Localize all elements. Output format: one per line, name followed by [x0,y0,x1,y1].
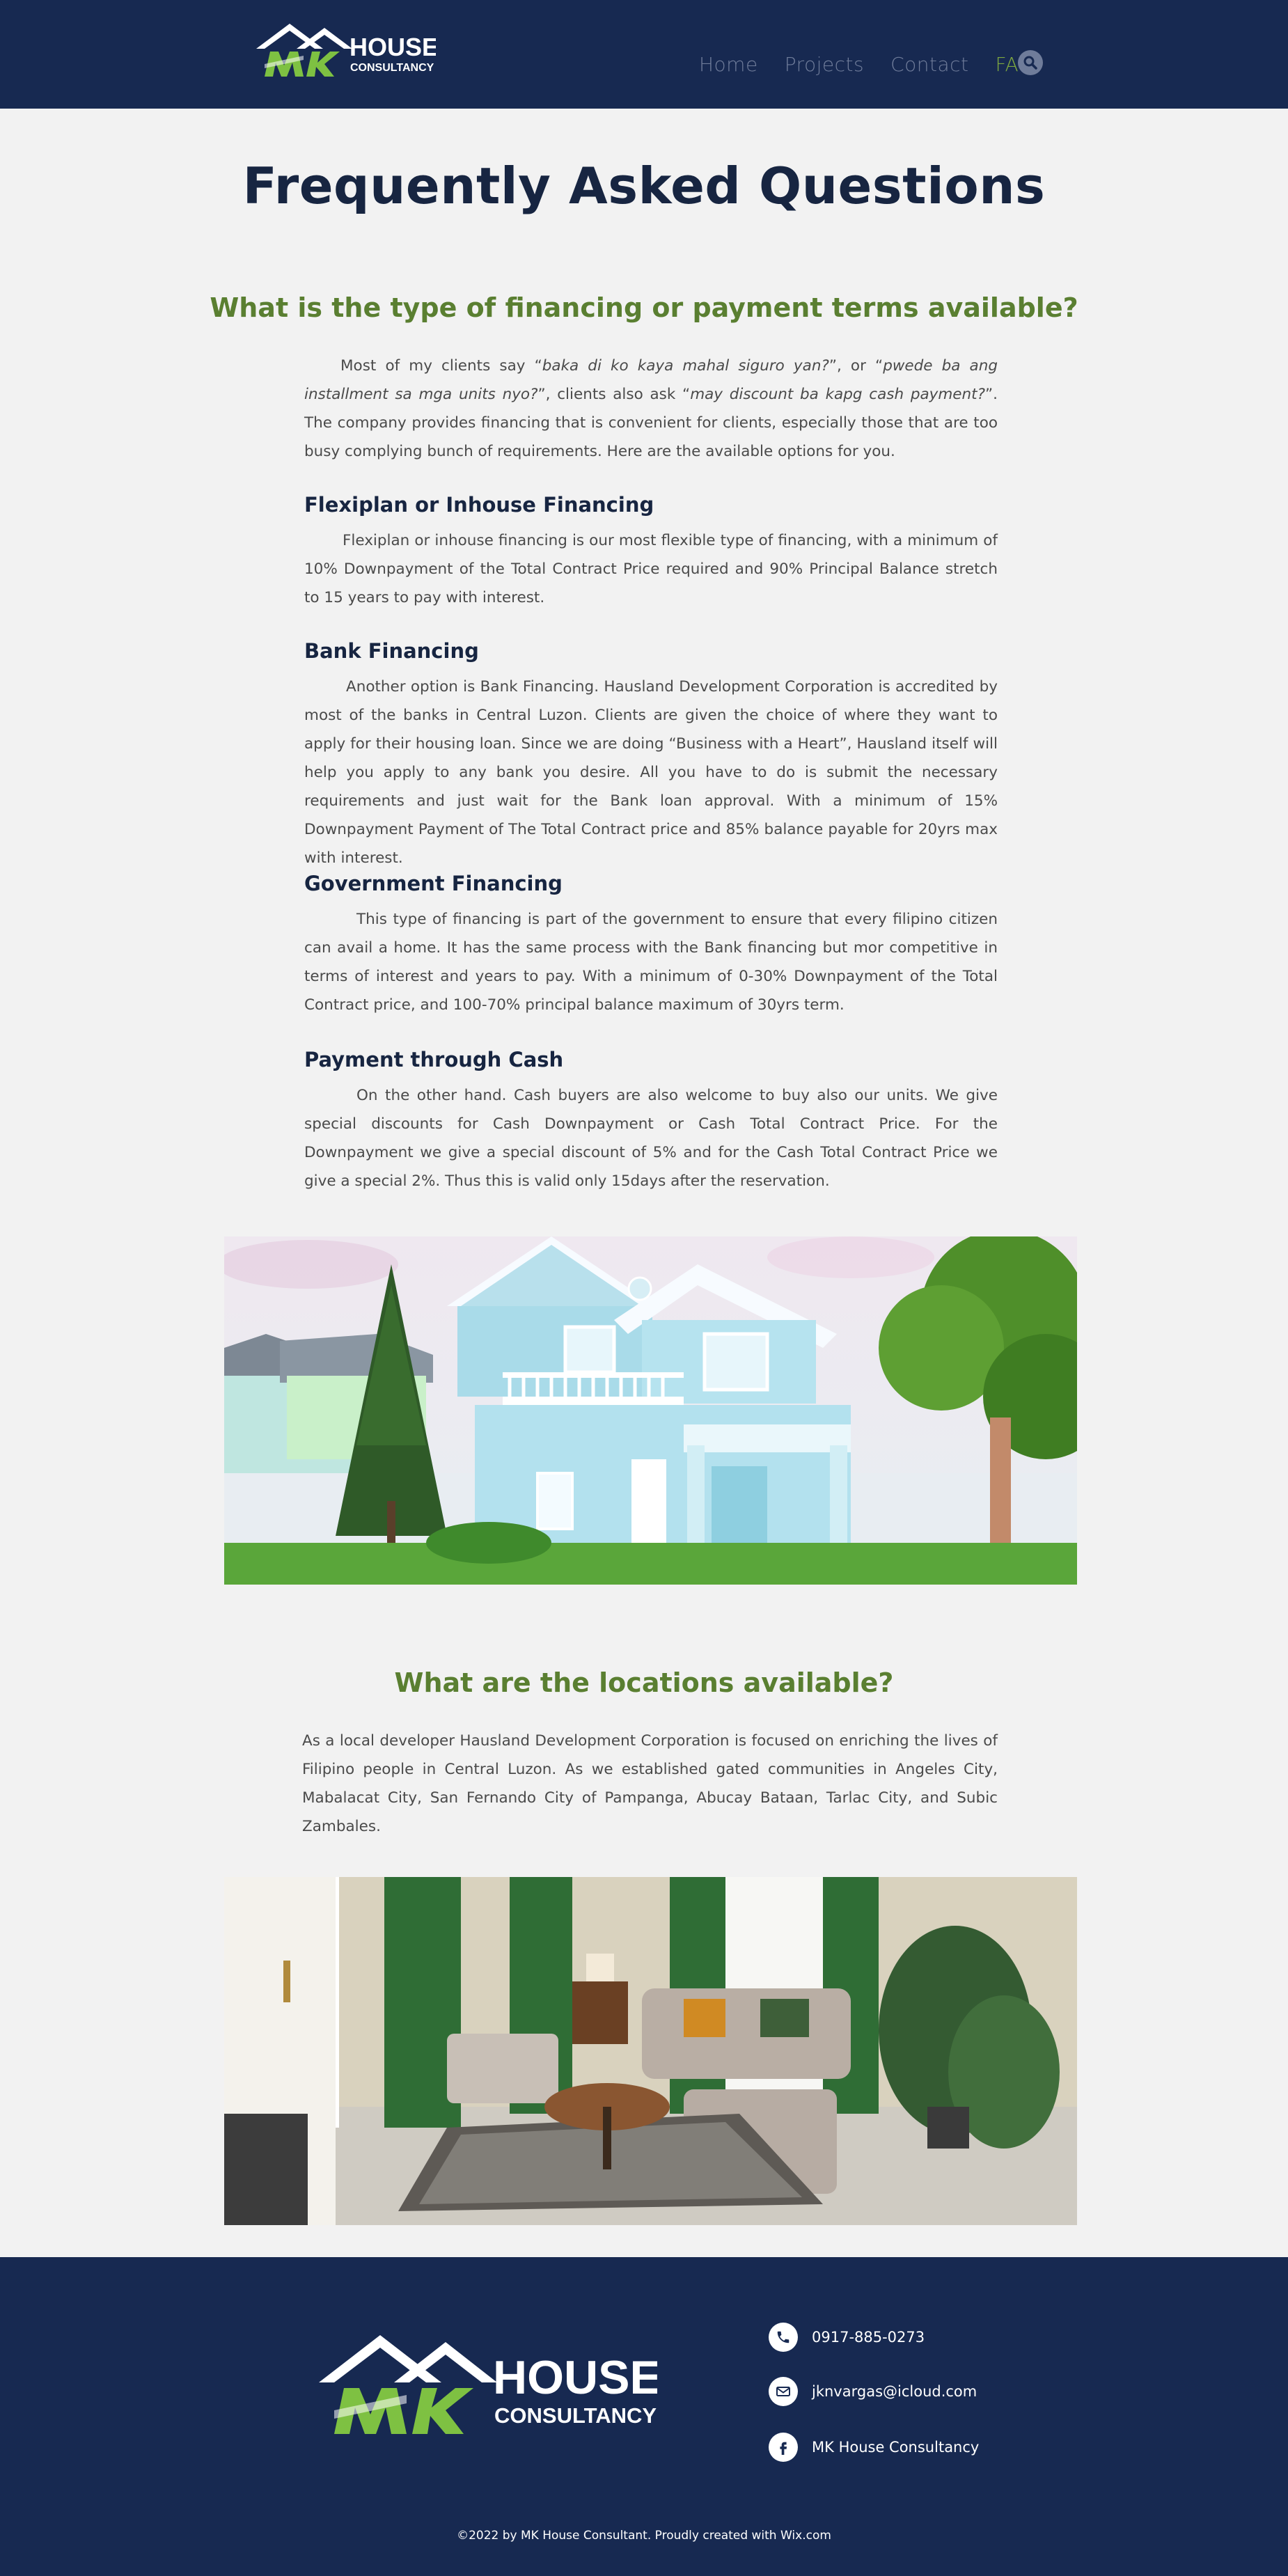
footer-logo-house-text: HOUSE [493,2351,657,2404]
phone-number: 0917-885-0273 [812,2329,925,2346]
facebook-icon [769,2433,798,2462]
option-title-flexiplan: Flexiplan or Inhouse Financing [304,493,654,517]
financing-heading: What is the type of financing or payment… [210,292,1078,323]
copyright: ©2022 by MK House Consultant. Proudly cr… [457,2529,831,2543]
email-address: jknvargas@icloud.com [812,2383,977,2400]
site-header: HOUSE CONSULTANCY Home Projects Contact FAQ [0,0,1288,109]
nav-contact[interactable]: Contact [890,53,968,76]
mail-icon [769,2377,798,2406]
option-title-government: Government Financing [304,872,563,895]
living-room-image [224,1877,1077,2225]
house-exterior-image [224,1236,1077,1585]
facebook-page: MK House Consultancy [812,2439,980,2456]
financing-intro: Most of my clients say “baka di ko kaya … [304,357,998,460]
contact-email[interactable]: jknvargas@icloud.com [769,2377,977,2406]
logo-house-text: HOUSE [350,33,436,61]
contact-phone[interactable]: 0917-885-0273 [769,2323,925,2352]
footer-logo-consultancy-text: CONSULTANCY [494,2403,657,2428]
nav-projects[interactable]: Projects [785,53,864,76]
contact-facebook[interactable]: MK House Consultancy [769,2433,979,2462]
option-title-bank: Bank Financing [304,639,479,663]
option-title-cash: Payment through Cash [304,1048,564,1071]
option-body-bank: Another option is Bank Financing. Hausla… [304,678,998,867]
search-button[interactable] [1018,50,1043,75]
locations-heading: What are the locations available? [394,1667,894,1698]
option-body-flexiplan: Flexiplan or inhouse financing is our mo… [304,532,998,606]
main-nav: Home Projects Contact FAQ [699,50,1060,78]
option-body-government: This type of financing is part of the go… [304,911,998,1014]
logo-consultancy-text: CONSULTANCY [350,62,434,74]
brand-logo[interactable]: HOUSE CONSULTANCY [255,21,436,81]
footer-brand-logo[interactable]: HOUSE CONSULTANCY [316,2330,657,2441]
option-body-cash: On the other hand. Cash buyers are also … [304,1087,998,1190]
page-title: Frequently Asked Questions [242,157,1046,215]
nav-home[interactable]: Home [699,53,758,76]
phone-icon [769,2323,798,2352]
locations-body: As a local developer Hausland Developmen… [302,1732,998,1835]
search-icon [1023,56,1037,70]
